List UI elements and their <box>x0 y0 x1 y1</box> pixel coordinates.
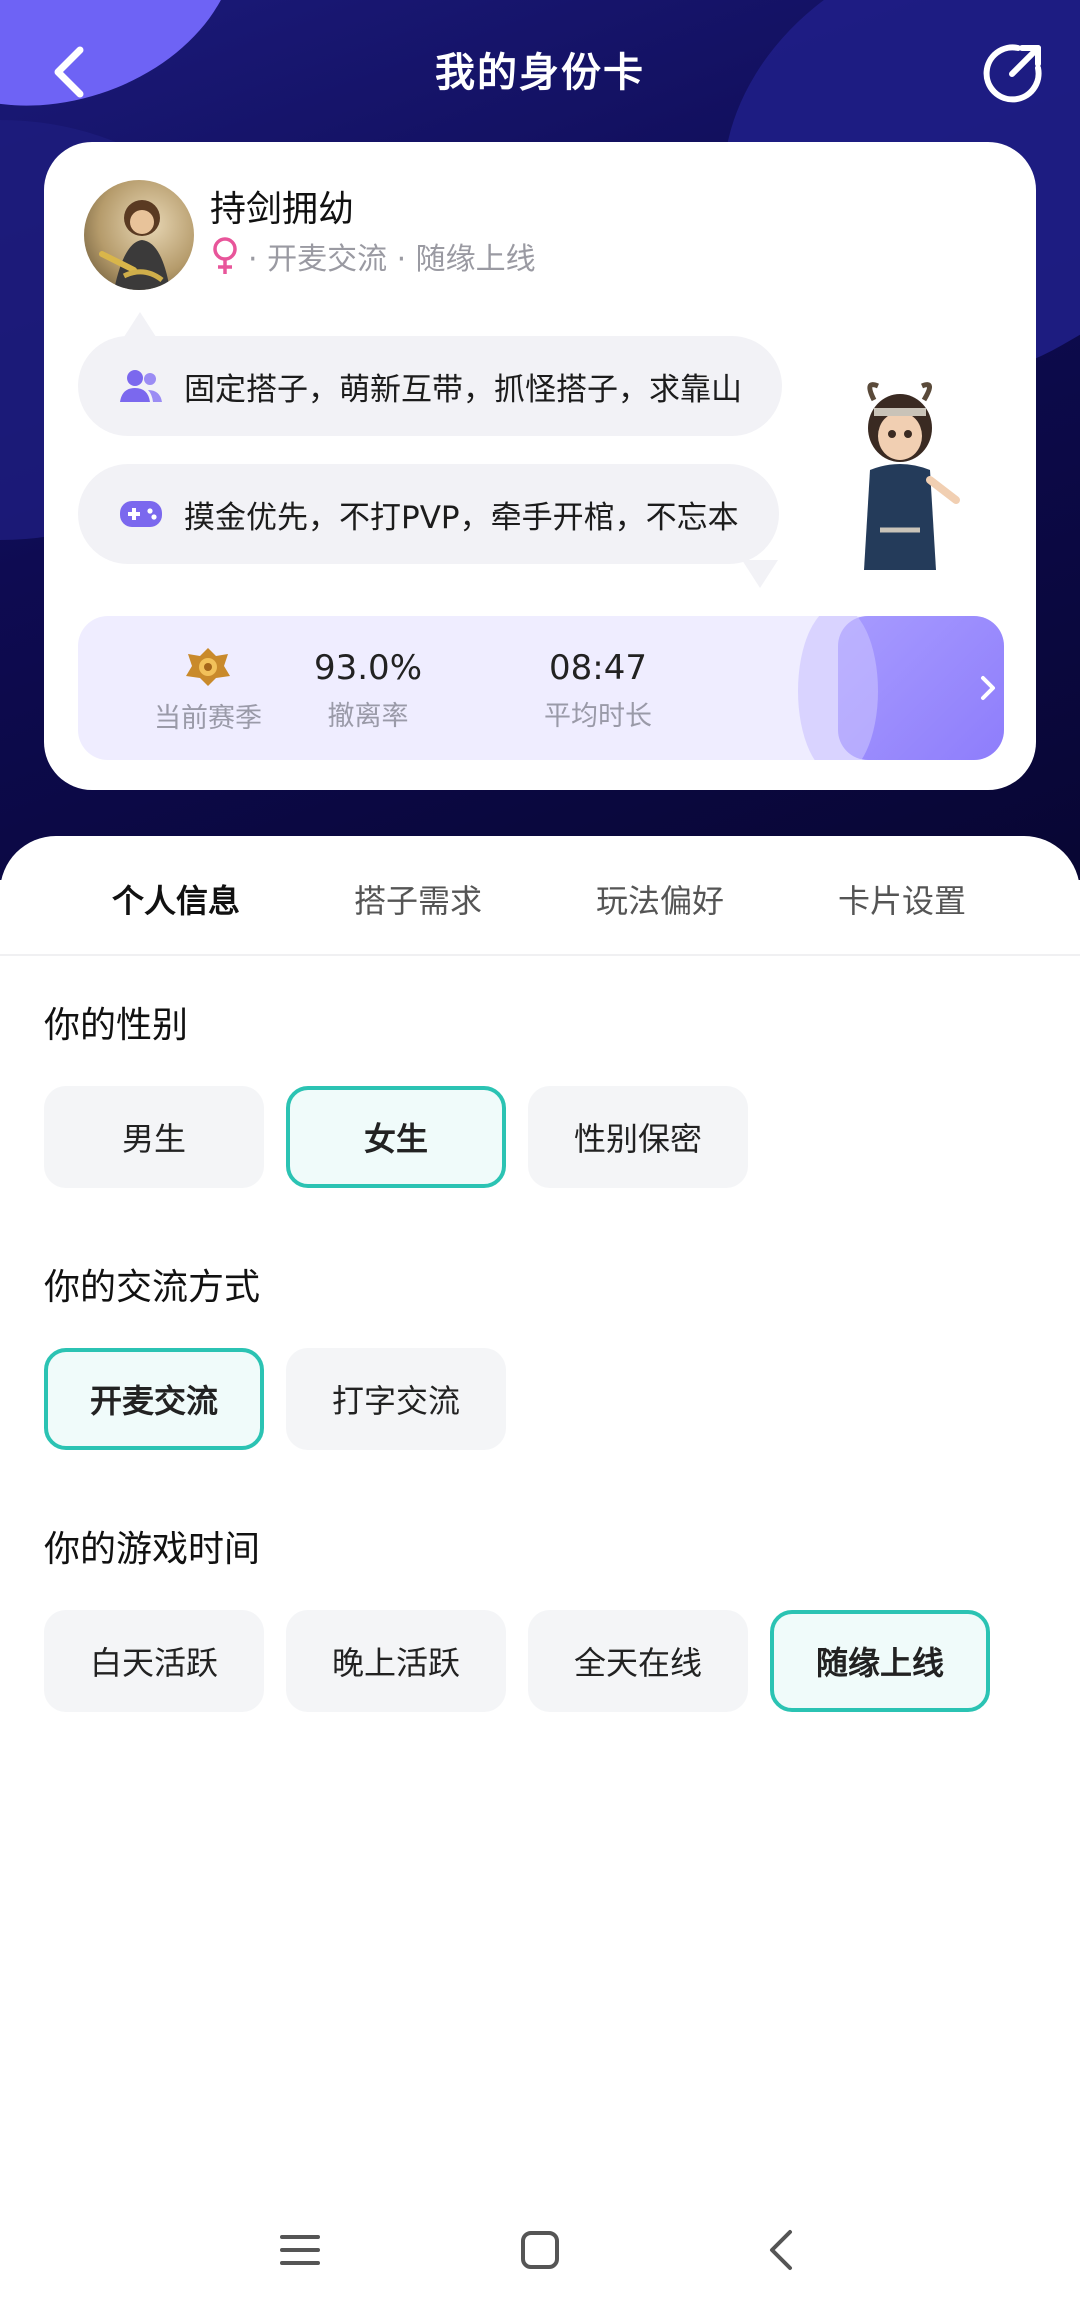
stat-value: 08:47 <box>549 648 647 688</box>
tab-play-preferences[interactable]: 玩法偏好 <box>540 876 780 922</box>
section-title-communication: 你的交流方式 <box>44 1267 261 1308</box>
home-square-icon <box>521 2231 559 2269</box>
profile-meta: · 开麦交流 · 随缘上线 <box>210 234 536 278</box>
bubble-text: 摸金优先，不打PVP，牵手开棺，不忘本 <box>184 499 739 536</box>
nav-back-button[interactable] <box>750 2220 810 2280</box>
identity-card: 持剑拥幼 · 开麦交流 · 随缘上线 固定搭子，萌新互带，抓怪搭子，求靠山 摸金… <box>44 142 1036 790</box>
settings-sheet: 个人信息 搭子需求 玩法偏好 卡片设置 你的性别 男生 女生 性别保密 你的交流… <box>0 836 1080 2313</box>
stats-bar[interactable]: 当前赛季 93.0% 撤离率 08:47 平均时长 <box>78 616 1004 760</box>
rank-badge-icon <box>186 648 230 686</box>
stat-value: 93.0% <box>313 648 422 688</box>
profile-meta-text: · 开麦交流 · 随缘上线 <box>248 242 536 277</box>
option-gender-private[interactable]: 性别保密 <box>528 1086 748 1188</box>
option-all-day[interactable]: 全天在线 <box>528 1610 748 1712</box>
menu-icon <box>280 2235 320 2265</box>
character-illustration <box>864 382 960 570</box>
option-night[interactable]: 晚上活跃 <box>286 1610 506 1712</box>
share-icon <box>983 44 1042 103</box>
stat-label: 平均时长 <box>544 701 652 732</box>
preference-bubble: 摸金优先，不打PVP，牵手开棺，不忘本 <box>78 464 779 564</box>
tab-bar: 个人信息 搭子需求 玩法偏好 卡片设置 <box>0 836 1080 956</box>
option-female[interactable]: 女生 <box>286 1086 506 1188</box>
tab-card-settings[interactable]: 卡片设置 <box>782 876 1022 922</box>
bubble-text: 固定搭子，萌新互带，抓怪搭子，求靠山 <box>184 371 742 408</box>
section-title-gender: 你的性别 <box>44 1005 189 1046</box>
option-daytime[interactable]: 白天活跃 <box>44 1610 264 1712</box>
option-text-chat[interactable]: 打字交流 <box>286 1348 506 1450</box>
stat-retreat-rate: 93.0% 撤离率 <box>268 616 468 760</box>
section-title-playtime: 你的游戏时间 <box>44 1529 261 1570</box>
chevron-right-icon[interactable] <box>978 674 998 710</box>
stat-label: 撤离率 <box>327 701 409 732</box>
option-male[interactable]: 男生 <box>44 1086 264 1188</box>
option-voice-chat[interactable]: 开麦交流 <box>44 1348 264 1450</box>
nickname: 持剑拥幼 <box>210 189 355 230</box>
gamepad-icon <box>118 494 164 534</box>
system-nav-bar <box>0 2190 1080 2300</box>
avatar[interactable] <box>84 180 194 290</box>
bubble-tail <box>742 560 778 588</box>
stat-avg-duration: 08:47 平均时长 <box>498 616 698 760</box>
share-button[interactable] <box>982 40 1046 104</box>
requirement-bubble: 固定搭子，萌新互带，抓怪搭子，求靠山 <box>78 336 782 436</box>
home-button[interactable] <box>510 2220 570 2280</box>
avatar-portrait <box>99 200 170 290</box>
back-arrow-icon <box>770 2230 792 2270</box>
tab-partner-needs[interactable]: 搭子需求 <box>298 876 538 922</box>
people-icon <box>118 366 164 406</box>
menu-button[interactable] <box>270 2220 330 2280</box>
female-icon <box>213 237 237 274</box>
tab-personal-info[interactable]: 个人信息 <box>56 876 296 922</box>
top-bar: 我的身份卡 <box>0 0 1080 140</box>
option-random[interactable]: 随缘上线 <box>770 1610 990 1712</box>
page-title: 我的身份卡 <box>435 50 645 96</box>
